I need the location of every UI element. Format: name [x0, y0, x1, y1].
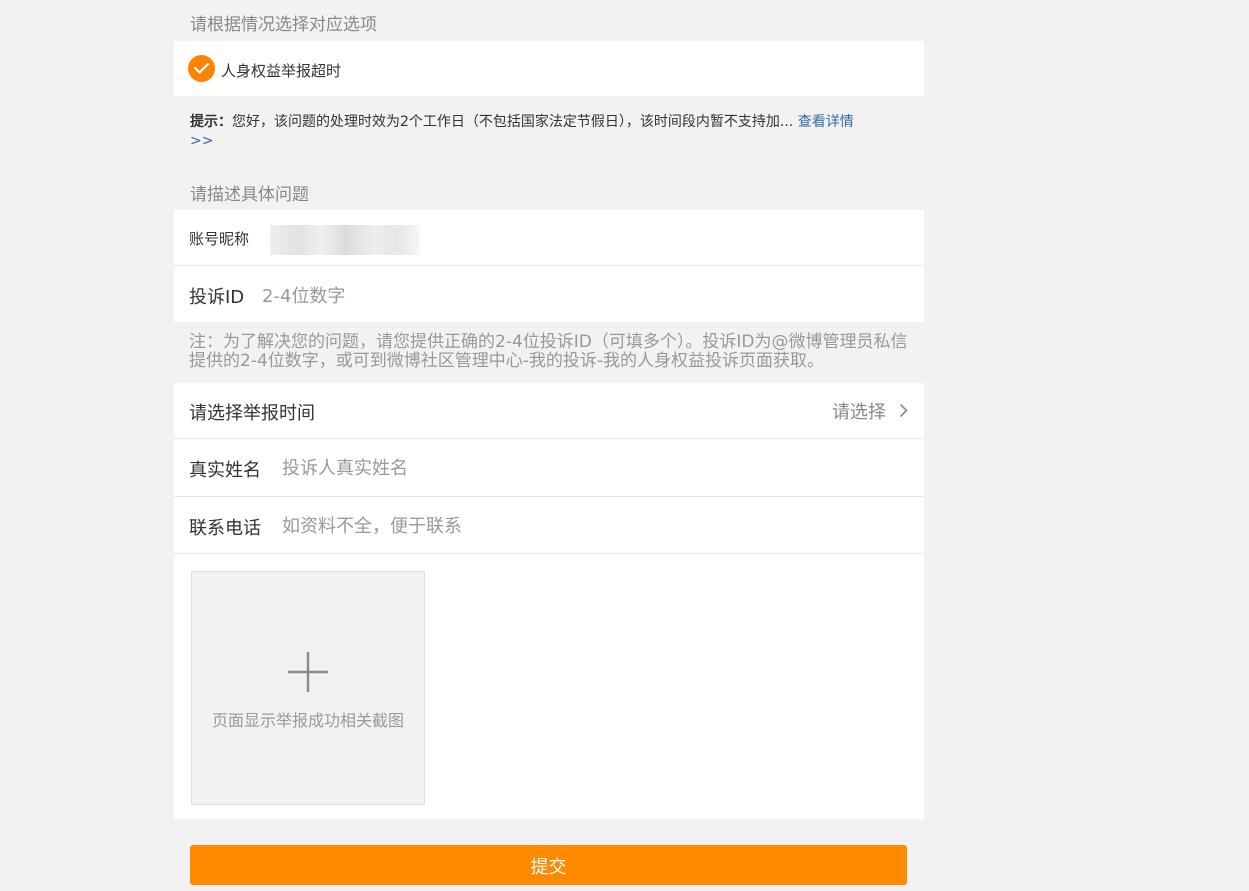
- complaint-id-note: 注：为了解决您的问题，请您提供正确的2-4位投诉ID（可填多个）。投诉ID为@微…: [189, 332, 908, 371]
- account-label: 账号昵称: [189, 230, 250, 248]
- complaint-id-row[interactable]: 投诉ID 2-4位数字: [174, 266, 924, 322]
- option-label: 人身权益举报超时: [221, 62, 342, 80]
- hint-body: 您好，该问题的处理时效为2个工作日（不包括国家法定节假日），该时间段内暂不支持加…: [232, 114, 794, 130]
- report-form: 请根据情况选择对应选项 人身权益举报超时 提示：您好，该问题的处理时效为2个工作…: [174, 0, 924, 885]
- complaint-id-input[interactable]: 2-4位数字: [262, 282, 345, 308]
- real-name-input[interactable]: 投诉人真实姓名: [282, 454, 408, 480]
- check-icon: [188, 55, 215, 82]
- report-time-select[interactable]: 请选择: [832, 398, 886, 424]
- report-time-label: 请选择举报时间: [189, 403, 315, 424]
- complaint-id-label: 投诉ID: [189, 287, 245, 308]
- report-time-row[interactable]: 请选择举报时间 请选择: [174, 383, 924, 438]
- upload-label: 页面显示举报成功相关截图: [211, 711, 404, 730]
- real-name-row[interactable]: 真实姓名 投诉人真实姓名: [174, 439, 924, 496]
- phone-row[interactable]: 联系电话 如资料不全，便于联系: [174, 497, 924, 553]
- describe-section-title: 请描述具体问题: [190, 185, 309, 205]
- option-row-selected[interactable]: 人身权益举报超时: [174, 41, 924, 96]
- hint-prefix: 提示：: [190, 114, 232, 130]
- account-nickname-blurred: [270, 225, 420, 255]
- options-section-title: 请根据情况选择对应选项: [190, 15, 377, 35]
- upload-screenshot-button[interactable]: 页面显示举报成功相关截图: [191, 571, 425, 805]
- real-name-label: 真实姓名: [189, 460, 261, 481]
- submit-button[interactable]: 提交: [190, 845, 907, 885]
- upload-section: 页面显示举报成功相关截图: [174, 554, 924, 819]
- chevron-right-icon: [899, 403, 908, 422]
- plus-icon: [288, 652, 328, 696]
- phone-label: 联系电话: [189, 518, 261, 539]
- hint-text: 提示：您好，该问题的处理时效为2个工作日（不包括国家法定节假日），该时间段内暂不…: [190, 113, 910, 151]
- phone-input[interactable]: 如资料不全，便于联系: [282, 512, 462, 538]
- account-row: 账号昵称: [174, 210, 924, 265]
